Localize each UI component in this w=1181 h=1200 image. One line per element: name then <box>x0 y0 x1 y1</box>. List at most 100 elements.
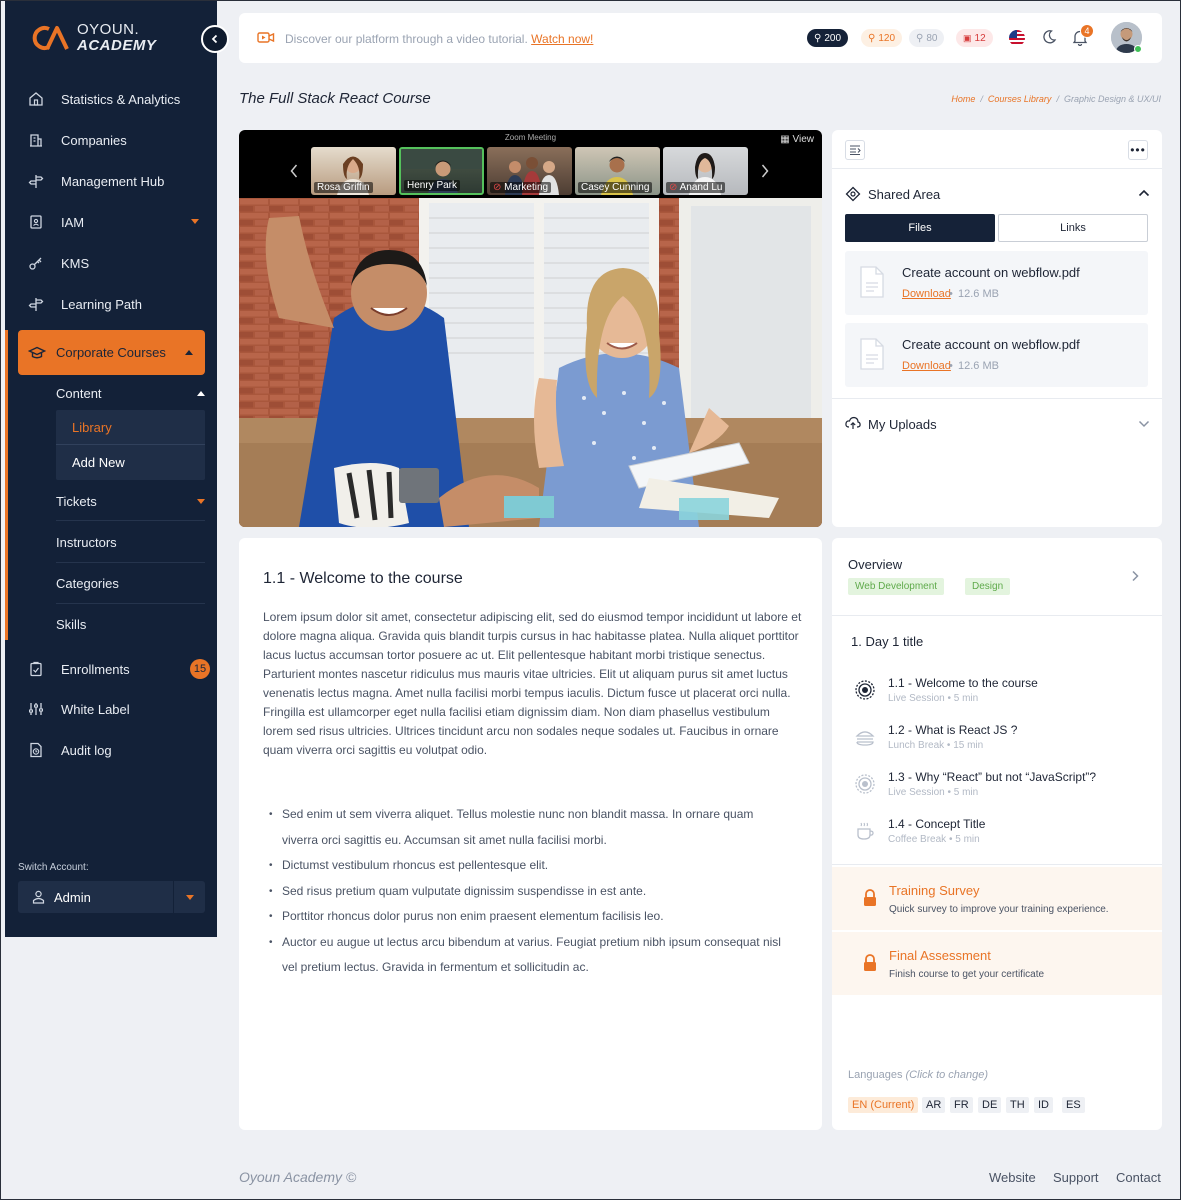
toc-toggle-icon[interactable] <box>845 140 865 160</box>
footer-link-support[interactable]: Support <box>1053 1170 1099 1185</box>
sidebar-item-label: Audit log <box>61 742 112 758</box>
chevron-down-icon <box>197 499 205 504</box>
sidebar-sub-instructors[interactable]: Instructors <box>56 533 205 551</box>
language-fr[interactable]: FR <box>950 1097 973 1113</box>
sidebar-item-corporate-courses[interactable]: Corporate Courses <box>18 330 205 375</box>
top-bar: Discover our platform through a video tu… <box>239 13 1162 63</box>
id-badge-icon <box>27 213 45 231</box>
sidebar-item-white-label[interactable]: White Label <box>27 694 205 724</box>
switch-account-label: Switch Account: <box>18 862 89 873</box>
chevron-down-icon[interactable] <box>1138 420 1150 428</box>
sidebar-sub-label: Tickets <box>56 493 97 509</box>
tab-links[interactable]: Links <box>998 214 1148 242</box>
lesson-meta: Live Session • 5 min <box>888 787 979 798</box>
sidebar-sub-content[interactable]: Content <box>56 384 205 402</box>
points-pill-navy[interactable]: ⚲ 200 <box>807 29 849 47</box>
sidebar-item-companies[interactable]: Companies <box>27 125 205 155</box>
tab-files[interactable]: Files <box>845 214 995 242</box>
more-options-button[interactable]: ••• <box>1128 140 1148 160</box>
language-en[interactable]: EN (Current) <box>848 1097 919 1113</box>
sidebar-item-statistics[interactable]: Statistics & Analytics <box>27 84 205 114</box>
sidebar-item-learning-path[interactable]: Learning Path <box>27 289 205 319</box>
watch-now-link[interactable]: Watch now! <box>531 32 593 46</box>
sidebar-item-iam[interactable]: IAM <box>27 207 205 237</box>
points-pill-gray[interactable]: ⚲ 80 <box>909 29 945 47</box>
separator-dot: • <box>949 288 953 300</box>
file-size: 12.6 MB <box>958 360 999 372</box>
switch-account-select[interactable]: Admin <box>18 881 205 913</box>
download-link[interactable]: Download <box>902 288 951 300</box>
view-label: View <box>792 134 815 145</box>
file-name: Create account on webflow.pdf <box>902 337 1080 352</box>
points-pill-orange[interactable]: ⚲ 120 <box>861 29 903 47</box>
sidebar-sub-skills[interactable]: Skills <box>56 615 205 633</box>
participant-thumbnail[interactable]: Rosa Griffin <box>311 147 396 195</box>
sidebar-item-kms[interactable]: KMS <box>27 248 205 278</box>
lesson-item[interactable]: 1.4 - Concept Title Coffee Break • 5 min <box>854 817 1144 857</box>
chevron-left-icon <box>210 34 220 44</box>
language-de[interactable]: DE <box>978 1097 1002 1113</box>
participant-name: Casey Cunning <box>578 182 653 193</box>
live-session-icon <box>854 679 876 701</box>
calendar-pill[interactable]: ▣ 12 <box>956 29 993 47</box>
sidebar-sub-tickets[interactable]: Tickets <box>56 492 205 510</box>
overview-title[interactable]: Overview <box>848 557 902 572</box>
brand-logo[interactable]: OYOUN. ACADEMY <box>29 22 156 54</box>
collapse-sidebar-button[interactable] <box>201 25 229 53</box>
locked-item-desc: Finish course to get your certificate <box>889 969 1045 980</box>
lesson-item[interactable]: 1.3 - Why “React” but not “JavaScript”? … <box>854 770 1144 810</box>
shared-area-icon <box>845 186 861 202</box>
language-th[interactable]: TH <box>1006 1097 1029 1113</box>
lesson-item[interactable]: 1.2 - What is React JS ? Lunch Break • 1… <box>854 723 1144 763</box>
video-player[interactable]: Zoom Meeting ▦ View Rosa Griffin Henry P… <box>239 130 822 527</box>
lesson-meta: Live Session • 5 min <box>888 693 979 704</box>
my-uploads-title[interactable]: My Uploads <box>868 417 937 432</box>
participant-thumbnail-active[interactable]: Henry Park <box>399 147 484 195</box>
language-es[interactable]: ES <box>1062 1097 1085 1113</box>
participant-name: ⊘ Marketing <box>490 182 552 193</box>
language-ar[interactable]: AR <box>922 1097 946 1113</box>
breadcrumb-home[interactable]: Home <box>951 94 975 104</box>
clipboard-check-icon <box>27 660 45 678</box>
sliders-icon <box>27 700 45 718</box>
sidebar-sub-add-new[interactable]: Add New <box>56 445 205 480</box>
key-icon <box>27 254 45 272</box>
active-indicator <box>5 330 8 640</box>
document-icon <box>859 266 885 298</box>
chevron-down-icon <box>191 219 199 224</box>
breadcrumb-courses-library[interactable]: Courses Library <box>988 94 1052 104</box>
chevron-down-icon[interactable] <box>174 894 205 900</box>
participant-thumbnail[interactable]: ⊘ Anand Lu <box>663 147 748 195</box>
lesson-heading: 1.1 - Welcome to the course <box>263 570 463 587</box>
chevron-up-icon[interactable] <box>1138 189 1150 197</box>
sidebar-sub-categories[interactable]: Categories <box>56 574 205 592</box>
pill-value: 200 <box>824 32 842 44</box>
locked-item-training-survey[interactable]: Training Survey Quick survey to improve … <box>832 867 1162 930</box>
us-flag-icon[interactable] <box>1009 30 1025 46</box>
download-link[interactable]: Download <box>902 360 951 372</box>
sidebar-item-enrollments[interactable]: Enrollments 15 <box>27 654 210 684</box>
chevron-right-icon[interactable] <box>760 163 770 179</box>
chevron-left-icon[interactable] <box>289 163 299 179</box>
chevron-right-icon[interactable] <box>1131 570 1139 582</box>
sidebar-item-management-hub[interactable]: Management Hub <box>27 166 205 196</box>
participant-thumbnail[interactable]: ⊘ Marketing <box>487 147 572 195</box>
building-icon <box>27 131 45 149</box>
locked-item-title: Final Assessment <box>889 948 991 963</box>
sidebar-sub-library[interactable]: Library <box>56 410 205 445</box>
dark-mode-moon-icon[interactable] <box>1041 29 1057 45</box>
lesson-item-active[interactable]: 1.1 - Welcome to the course Live Session… <box>854 676 1144 716</box>
pin-icon: ⚲ <box>916 32 924 44</box>
participant-thumbnail[interactable]: Casey Cunning <box>575 147 660 195</box>
footer-link-contact[interactable]: Contact <box>1116 1170 1161 1185</box>
pill-value: 12 <box>974 32 986 44</box>
languages-label-text: Languages <box>848 1069 903 1081</box>
language-id[interactable]: ID <box>1034 1097 1053 1113</box>
locked-item-final-assessment[interactable]: Final Assessment Finish course to get yo… <box>832 932 1162 995</box>
view-layout-button[interactable]: ▦ View <box>780 134 814 145</box>
promo-text: Discover our platform through a video tu… <box>285 32 528 46</box>
account-name: Admin <box>54 889 91 905</box>
footer-link-website[interactable]: Website <box>989 1170 1036 1185</box>
sidebar-item-audit-log[interactable]: Audit log <box>27 735 205 765</box>
divider <box>832 168 1162 169</box>
